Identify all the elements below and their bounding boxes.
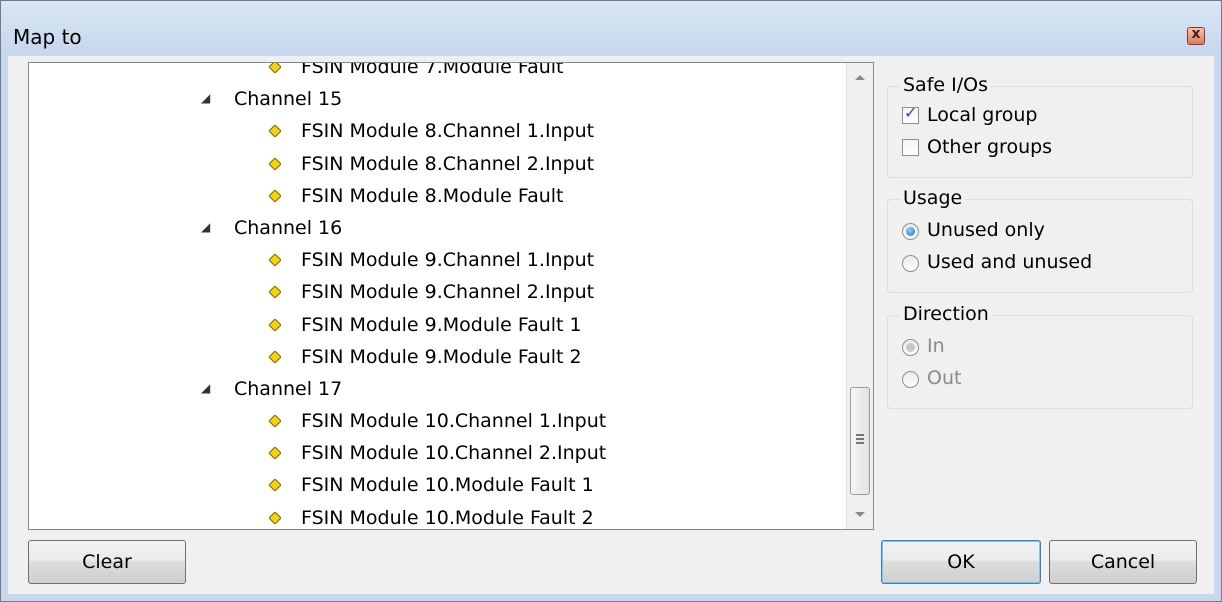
tree-content: FSIN Module 7.Module Fault ◢ Channel 15 FSI… (29, 62, 847, 529)
dialog-title: Map to (13, 25, 82, 49)
direction-legend: Direction (900, 303, 992, 325)
tree-node-label: Channel 17 (234, 377, 343, 400)
io-diamond-icon (269, 511, 281, 524)
clear-button[interactable]: Clear (28, 540, 186, 584)
tree-node-label: FSIN Module 10.Channel 1.Input (301, 410, 607, 433)
radio-button (902, 371, 919, 388)
title-bar: Map to x (1, 1, 1221, 55)
scrollbar-thumb[interactable] (850, 387, 870, 495)
radio-button (902, 255, 919, 272)
tree-node-label: FSIN Module 8.Channel 2.Input (301, 152, 595, 175)
tree-leaf-node[interactable]: FSIN Module 9.Channel 2.Input (29, 278, 847, 310)
tree-leaf-node[interactable]: FSIN Module 9.Module Fault 2 (29, 343, 847, 375)
radio-button (902, 339, 919, 356)
usage-group: Usage Unused only Used and unused (887, 187, 1193, 293)
dialog-client-area: FSIN Module 7.Module Fault ◢ Channel 15 FSI… (8, 56, 1214, 594)
tree-node-label: Channel 16 (234, 216, 343, 239)
io-diamond-icon (269, 63, 281, 73)
close-button[interactable]: x (1187, 26, 1205, 45)
tree-node-label: FSIN Module 8.Module Fault (301, 184, 564, 207)
grip-icon (856, 434, 864, 446)
ok-button[interactable]: OK (881, 540, 1041, 584)
tree-leaf-node[interactable]: FSIN Module 10.Module Fault 1 (29, 471, 847, 503)
mapping-tree[interactable]: FSIN Module 7.Module Fault ◢ Channel 15 FSI… (28, 62, 874, 530)
io-diamond-icon (269, 350, 281, 363)
checkbox-box: ✓ (902, 103, 919, 124)
io-diamond-icon (269, 157, 281, 170)
tree-node-label: FSIN Module 10.Module Fault 1 (301, 474, 594, 497)
scroll-up-icon[interactable] (855, 75, 865, 80)
tree-leaf-node[interactable]: FSIN Module 8.Module Fault (29, 182, 847, 214)
direction-out-label: Out (927, 367, 962, 389)
tree-leaf-node[interactable]: FSIN Module 10.Channel 2.Input (29, 439, 847, 471)
tree-leaf-node[interactable]: FSIN Module 8.Channel 1.Input (29, 117, 847, 149)
tree-node-label: FSIN Module 10.Module Fault 2 (301, 506, 594, 529)
local-group-label: Local group (927, 104, 1038, 126)
tree-node-label: FSIN Module 8.Channel 1.Input (301, 120, 595, 143)
tree-node-label: FSIN Module 9.Module Fault 2 (301, 345, 582, 368)
tree-leaf-node[interactable]: FSIN Module 10.Module Fault 2 (29, 504, 847, 529)
tree-node-label: FSIN Module 7.Module Fault (301, 62, 564, 78)
tree-leaf-node[interactable]: FSIN Module 8.Channel 2.Input (29, 150, 847, 182)
tree-branch-node[interactable]: ◢ Channel 15 (29, 85, 847, 117)
tree-node-label: FSIN Module 9.Module Fault 1 (301, 313, 582, 336)
tree-leaf-node[interactable]: FSIN Module 7.Module Fault (29, 62, 847, 85)
tree-node-label: FSIN Module 10.Channel 2.Input (301, 442, 607, 465)
io-diamond-icon (269, 254, 281, 267)
io-diamond-icon (269, 286, 281, 299)
direction-in-label: In (927, 335, 945, 357)
io-diamond-icon (269, 447, 281, 460)
radio-button (902, 223, 919, 240)
tree-leaf-node[interactable]: FSIN Module 9.Channel 1.Input (29, 246, 847, 278)
cancel-button[interactable]: Cancel (1049, 540, 1197, 584)
tree-node-label: FSIN Module 9.Channel 2.Input (301, 281, 595, 304)
direction-group: Direction In Out (887, 303, 1193, 409)
io-diamond-icon (269, 189, 281, 202)
close-icon: x (1191, 26, 1201, 42)
tree-branch-node[interactable]: ◢ Channel 17 (29, 375, 847, 407)
other-groups-label: Other groups (927, 136, 1053, 158)
vertical-scrollbar[interactable] (846, 63, 873, 529)
usage-legend: Usage (900, 187, 966, 209)
tree-leaf-node[interactable]: FSIN Module 9.Module Fault 1 (29, 311, 847, 343)
safe-ios-legend: Safe I/Os (900, 74, 991, 96)
tree-branch-node[interactable]: ◢ Channel 16 (29, 214, 847, 246)
tree-node-label: Channel 15 (234, 88, 343, 111)
checkbox-box (902, 139, 919, 156)
io-diamond-icon (269, 479, 281, 492)
used-and-unused-label: Used and unused (927, 251, 1093, 273)
io-diamond-icon (269, 125, 281, 138)
map-to-dialog: Map to x FSIN Module 7.Module Fault ◢ Chan… (0, 0, 1222, 602)
expanded-triangle-icon[interactable]: ◢ (201, 220, 210, 234)
expanded-triangle-icon[interactable]: ◢ (201, 91, 210, 105)
tree-node-label: FSIN Module 9.Channel 1.Input (301, 249, 595, 272)
checkmark-icon: ✓ (904, 103, 918, 122)
unused-only-label: Unused only (927, 219, 1045, 241)
expanded-triangle-icon[interactable]: ◢ (201, 381, 210, 395)
scroll-down-icon[interactable] (855, 512, 865, 517)
io-diamond-icon (269, 318, 281, 331)
safe-ios-group: Safe I/Os ✓ Local group Other groups (887, 74, 1193, 178)
io-diamond-icon (269, 415, 281, 428)
tree-leaf-node[interactable]: FSIN Module 10.Channel 1.Input (29, 407, 847, 439)
